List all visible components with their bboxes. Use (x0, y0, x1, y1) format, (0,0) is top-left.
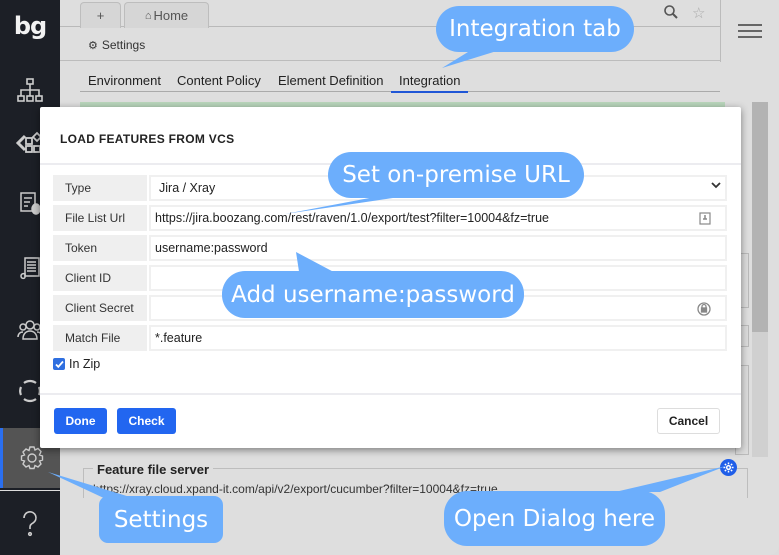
callout-open-dialog: Open Dialog here (444, 491, 665, 546)
callout-integration-tab: Integration tab (436, 6, 634, 52)
app-window: bg + ⌂ Home ☆ ⚙ Settings Environment Con… (0, 0, 779, 555)
callout-add-credentials: Add username:password (222, 271, 524, 318)
callout-pointer-integration (442, 50, 500, 68)
callout-set-url: Set on-premise URL (328, 152, 584, 198)
callout-settings: Settings (99, 496, 223, 543)
callout-pointer-dialog (615, 466, 726, 492)
